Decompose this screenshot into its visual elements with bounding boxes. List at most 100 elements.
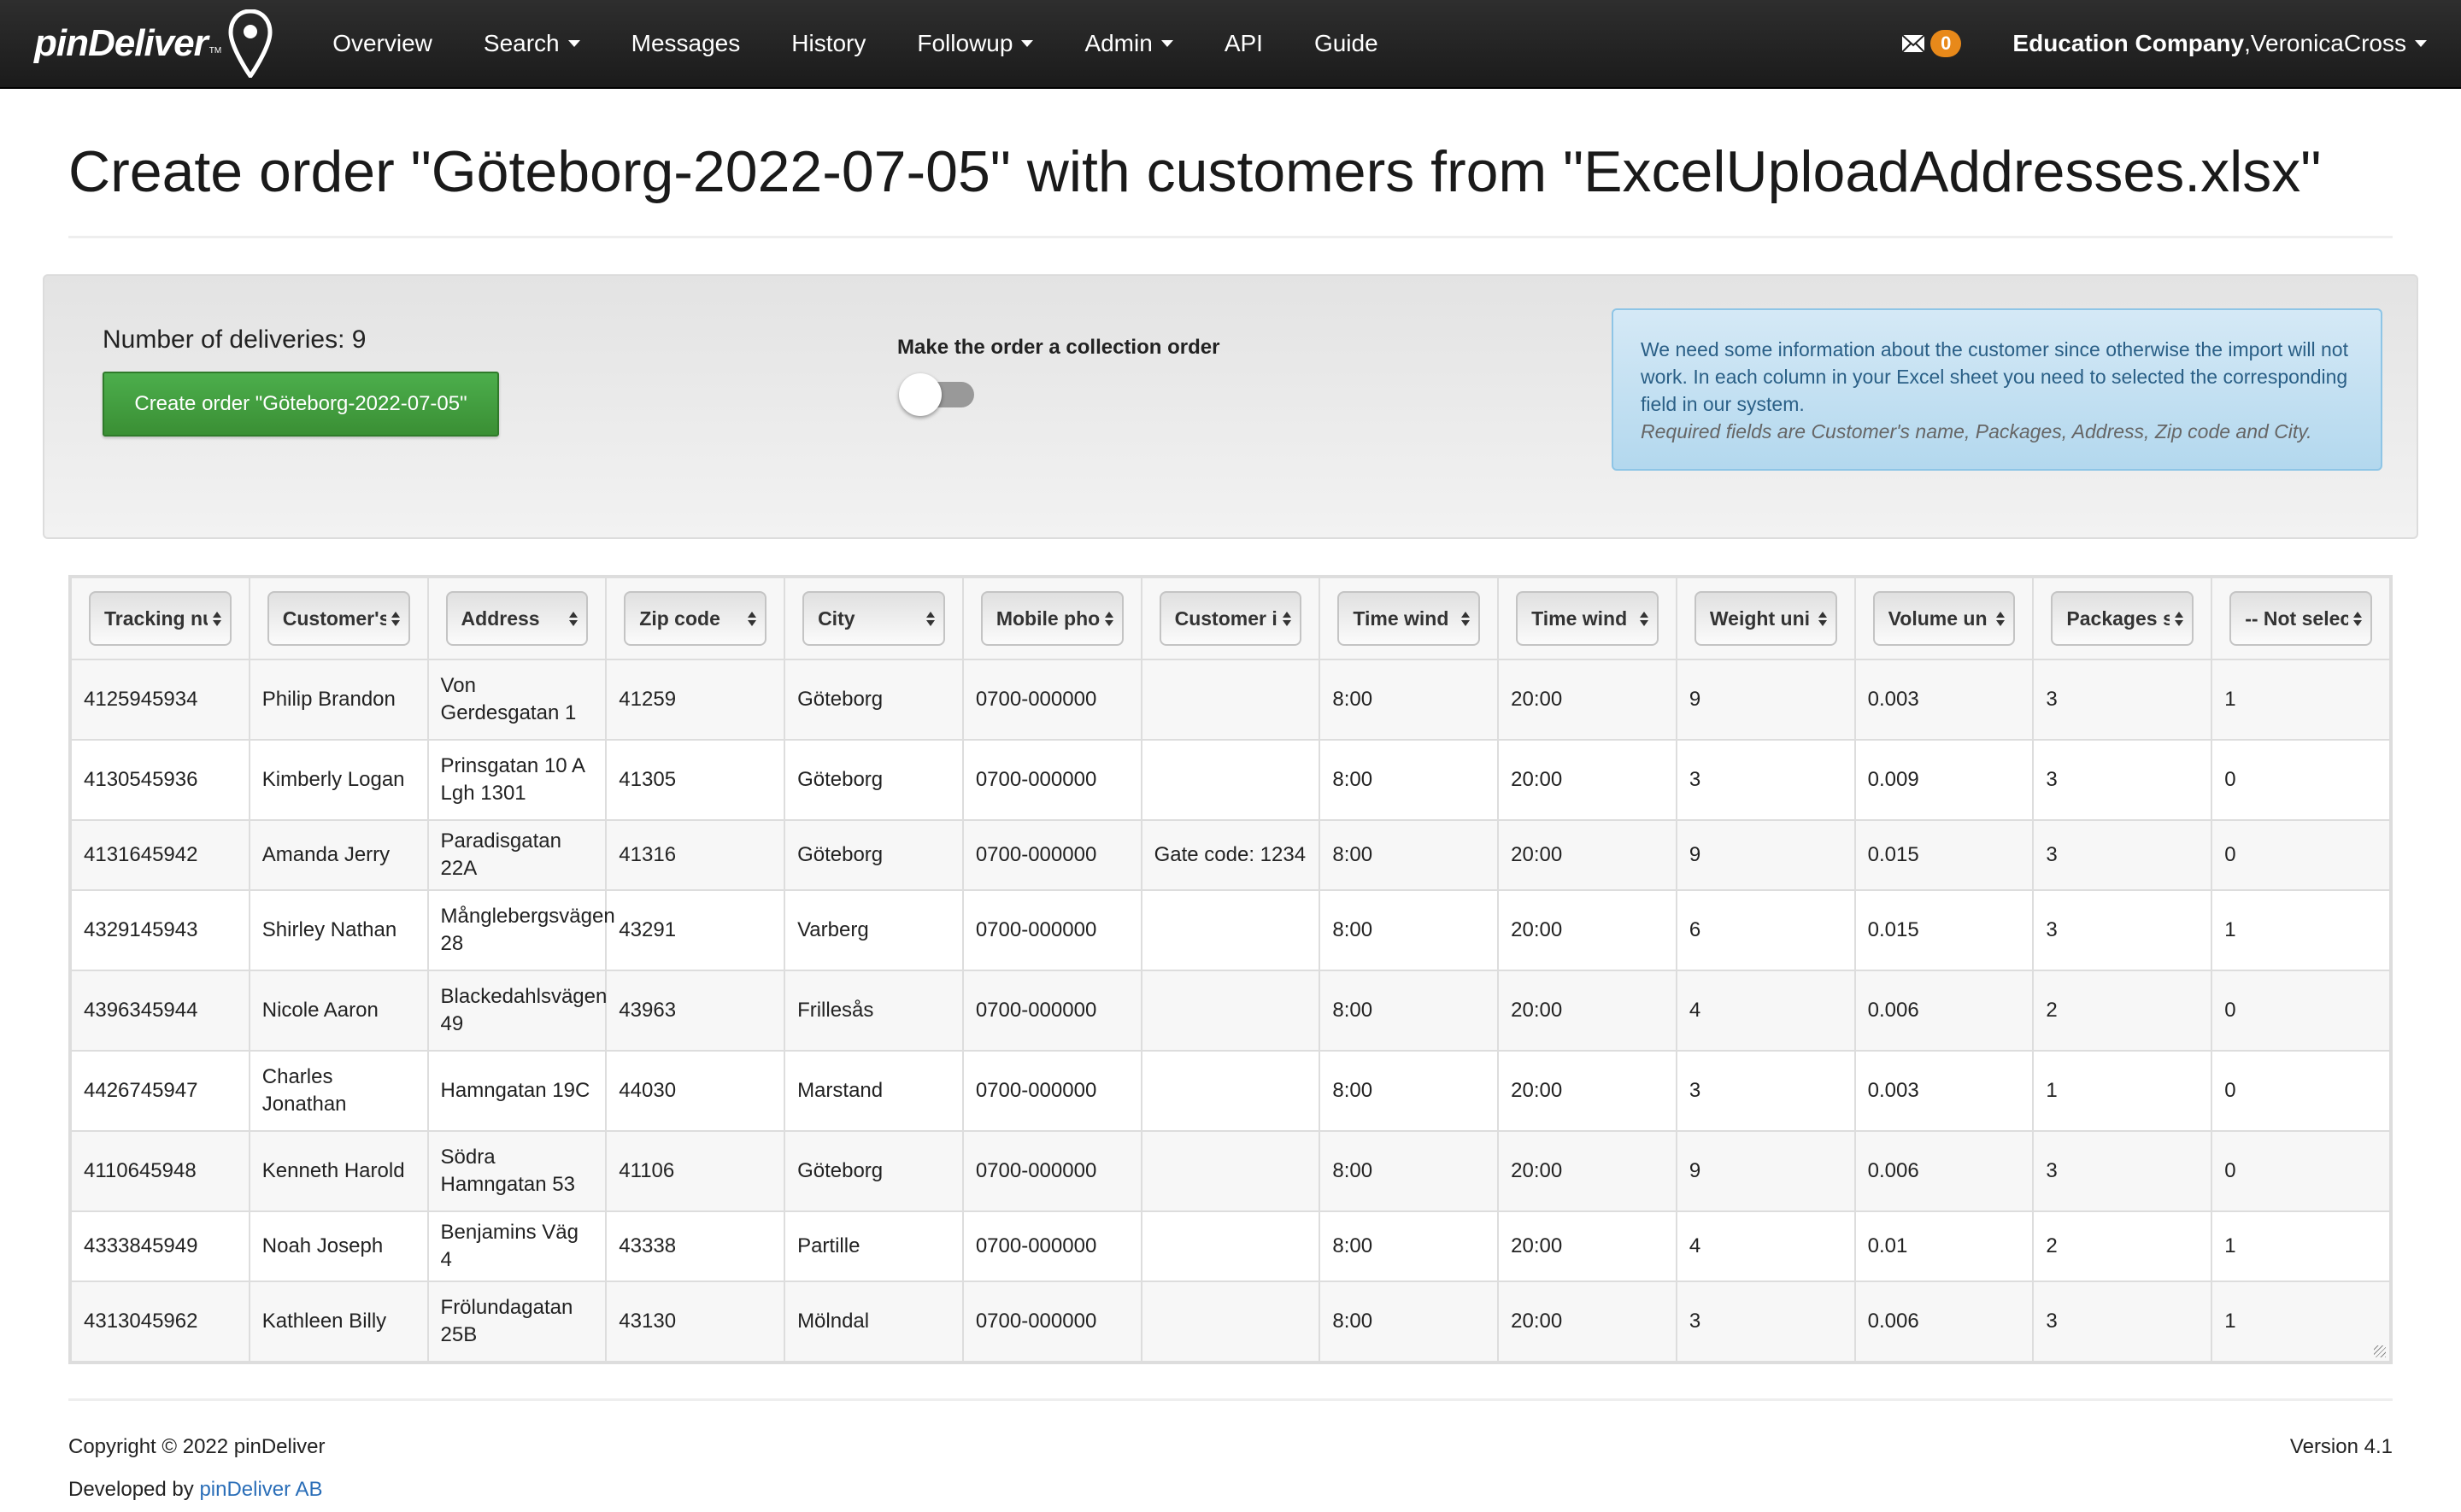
table-cell: 0.009 [1853, 739, 2035, 821]
column-field-select[interactable]: Zip code [624, 591, 767, 646]
table-cell: 0700-000000 [961, 889, 1142, 971]
table-cell: 0 [2211, 739, 2391, 821]
table-row: 4313045962 Kathleen Billy Frölundagatan 25… [70, 1281, 2391, 1363]
nav-item-followup[interactable]: Followup [917, 30, 1034, 57]
table-cell: Göteborg [784, 739, 964, 821]
table-cell: 20:00 [1497, 1210, 1677, 1282]
nav-item-label: Overview [332, 30, 432, 56]
column-header: Mobile pho [961, 577, 1142, 660]
table-cell: 4131645942 [70, 819, 250, 891]
envelope-icon [1901, 34, 1925, 53]
collection-order-toggle[interactable] [899, 373, 976, 416]
table-cell: Göteborg [784, 1130, 964, 1212]
select-value: Mobile pho [996, 607, 1100, 630]
table-cell: 9 [1675, 1130, 1856, 1212]
table-row: 4333845949 Noah Joseph Benjamins Väg 4 4333… [70, 1210, 2391, 1282]
table-cell: 8:00 [1319, 1281, 1500, 1363]
column-header: Zip code [605, 577, 786, 660]
column-field-select[interactable]: Address [445, 591, 589, 646]
customer-rows: 4125945934 Philip Brandon Von Gerdesgatan … [70, 659, 2391, 1363]
table-cell: Paradisgatan 22A [426, 819, 608, 891]
table-cell: 44030 [605, 1050, 786, 1132]
table-cell: 8:00 [1319, 1210, 1500, 1282]
nav-item-label: Messages [631, 30, 741, 56]
table-cell: 20:00 [1497, 739, 1677, 821]
column-field-select[interactable]: Weight uni [1694, 591, 1837, 646]
table-cell: 3 [2032, 819, 2213, 891]
table-cell: 43291 [605, 889, 786, 971]
nav-item-guide[interactable]: Guide [1314, 30, 1378, 57]
brand-logo[interactable]: pinDeliver TM [34, 9, 273, 78]
table-cell: 0.01 [1853, 1210, 2035, 1282]
column-field-select[interactable]: Time wind [1337, 591, 1481, 646]
table-cell: Kenneth Harold [248, 1130, 429, 1212]
import-table-container: Tracking nu Customer's Address Zip code City… [68, 575, 2393, 1364]
table-cell: 0 [2211, 1130, 2391, 1212]
footer: Copyright © 2022 pinDeliver Version 4.1 … [68, 1398, 2393, 1502]
column-field-select[interactable]: Time wind [1516, 591, 1659, 646]
nav-item-search[interactable]: Search [484, 30, 580, 57]
column-header: Customer i [1140, 577, 1321, 660]
table-cell: 4 [1675, 1210, 1856, 1282]
resize-handle[interactable] [2374, 1345, 2386, 1357]
create-order-button[interactable]: Create order "Göteborg-2022-07-05" [103, 372, 499, 437]
copyright-text: Copyright © 2022 pinDeliver [68, 1435, 326, 1458]
table-cell: 0700-000000 [961, 1281, 1142, 1363]
column-header: Customer's [248, 577, 429, 660]
column-header: Packages s [2032, 577, 2213, 660]
column-field-select[interactable]: Customer's [267, 591, 410, 646]
column-header: Time wind [1497, 577, 1677, 660]
table-cell: 2 [2032, 1210, 2213, 1282]
nav-item-label: API [1224, 30, 1263, 56]
developer-link[interactable]: pinDeliver AB [199, 1478, 322, 1501]
column-header: Volume un [1853, 577, 2035, 660]
table-cell: Hamngatan 19C [426, 1050, 608, 1132]
deliveries-count: Number of deliveries: 9 [103, 325, 367, 354]
table-cell: 4125945934 [70, 659, 250, 741]
nav-item-messages[interactable]: Messages [631, 30, 741, 57]
column-field-select[interactable]: Volume un [1872, 591, 2016, 646]
table-cell [1140, 739, 1321, 821]
table-cell: 3 [2032, 1281, 2213, 1363]
select-value: City [818, 607, 855, 630]
table-cell: 0.003 [1853, 1050, 2035, 1132]
table-cell [1140, 970, 1321, 1052]
nav-item-overview[interactable]: Overview [332, 30, 432, 57]
table-cell: 20:00 [1497, 819, 1677, 891]
table-cell: Kimberly Logan [248, 739, 429, 821]
column-field-select[interactable]: Packages s [2051, 591, 2194, 646]
nav-item-history[interactable]: History [791, 30, 866, 57]
info-alert: We need some information about the custo… [1612, 308, 2382, 471]
column-field-select[interactable]: City [802, 591, 945, 646]
main-nav: Overview Search Messages History Followup Adm… [307, 30, 1403, 57]
column-header: City [784, 577, 964, 660]
order-panel: Number of deliveries: 9 Create order "Gö… [43, 274, 2418, 539]
nav-item-label: Search [483, 30, 560, 56]
nav-item-admin[interactable]: Admin [1084, 30, 1173, 57]
user-menu[interactable]: Education Company, VeronicaCross [2012, 30, 2427, 57]
column-header: -- Not selec [2211, 577, 2391, 660]
select-arrows-icon [2175, 611, 2184, 626]
column-field-select[interactable]: -- Not selec [2229, 591, 2372, 646]
select-value: Time wind [1531, 607, 1628, 630]
table-cell: 2 [2032, 970, 2213, 1052]
table-cell: 3 [2032, 659, 2213, 741]
select-value: Tracking nu [104, 607, 208, 630]
column-field-select[interactable]: Customer i [1159, 591, 1302, 646]
table-cell: 41305 [605, 739, 786, 821]
table-row: 4110645948 Kenneth Harold Södra Hamngatan … [70, 1130, 2391, 1212]
column-field-select[interactable]: Mobile pho [980, 591, 1124, 646]
column-field-select[interactable]: Tracking nu [89, 591, 232, 646]
nav-item-api[interactable]: API [1225, 30, 1263, 57]
table-cell: Nicole Aaron [248, 970, 429, 1052]
table-cell: 8:00 [1319, 889, 1500, 971]
table-cell: Gate code: 1234 [1140, 819, 1321, 891]
table-cell: 0700-000000 [961, 819, 1142, 891]
table-cell: 3 [1675, 739, 1856, 821]
table-cell: Varberg [784, 889, 964, 971]
nav-item-label: Followup [917, 30, 1013, 56]
table-cell: Södra Hamngatan 53 [426, 1130, 608, 1212]
messages-indicator[interactable]: 0 [1901, 30, 1962, 57]
info-text: We need some information about the custo… [1641, 338, 2348, 415]
table-cell: 0.006 [1853, 970, 2035, 1052]
